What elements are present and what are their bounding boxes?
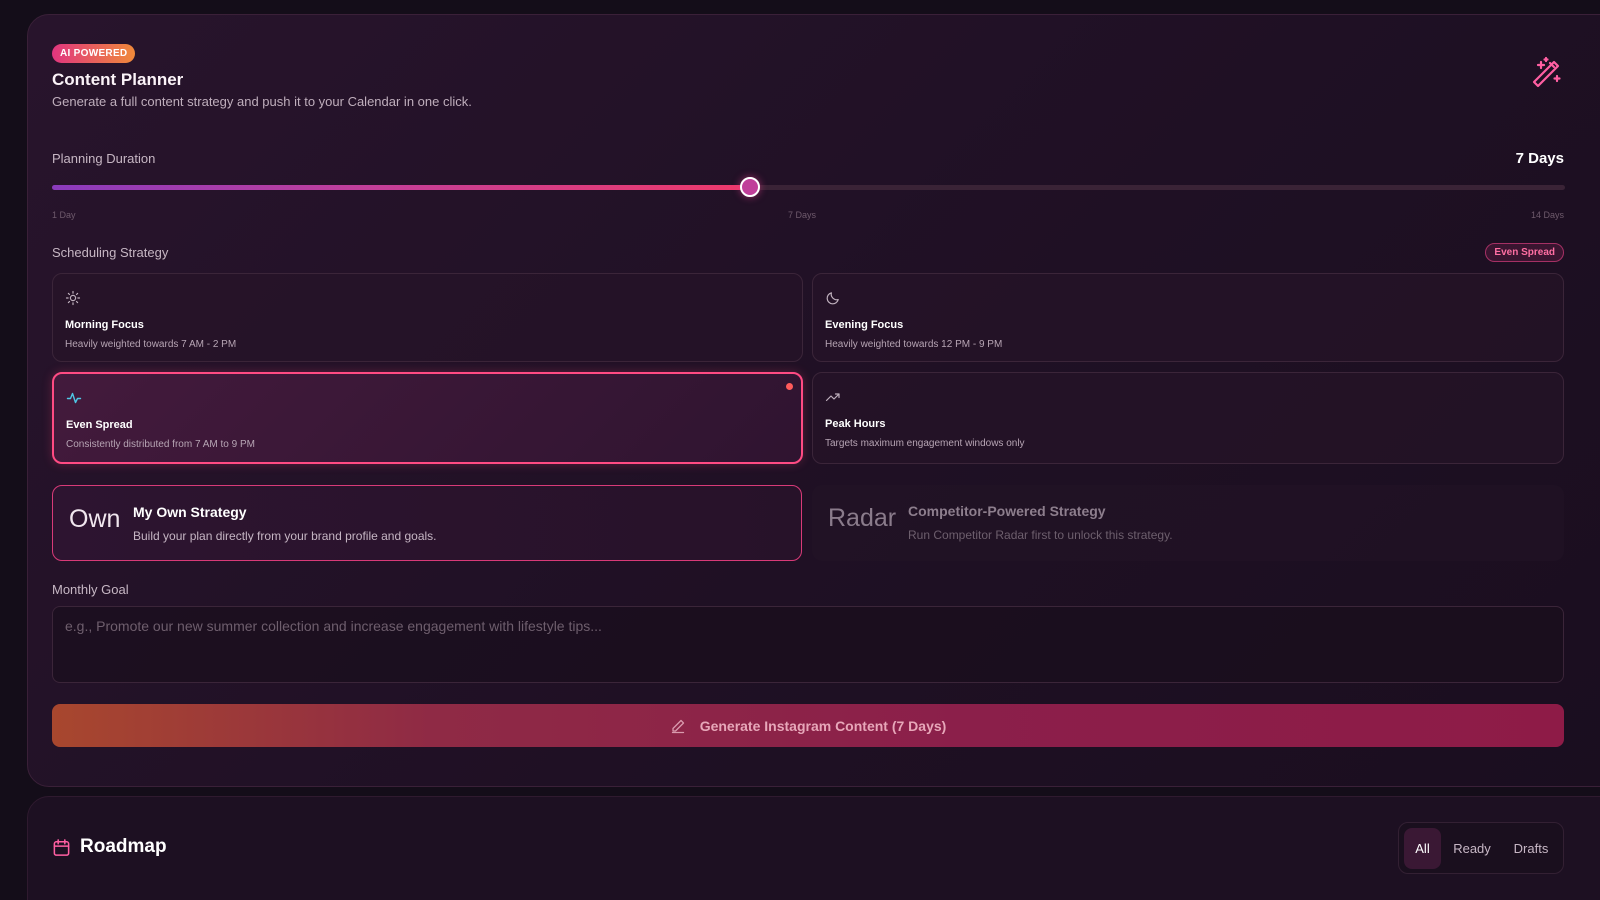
slider-fill <box>52 185 751 190</box>
option-morning-focus[interactable]: Morning Focus Heavily weighted towards 7… <box>52 273 803 362</box>
monthly-goal-input[interactable] <box>52 606 1564 683</box>
page-subtitle: Generate a full content strategy and pus… <box>52 94 472 109</box>
scheduling-strategy-label: Scheduling Strategy <box>52 245 169 260</box>
monthly-goal-label: Monthly Goal <box>52 582 129 597</box>
option-description: Consistently distributed from 7 AM to 9 … <box>66 439 255 450</box>
planning-duration-label: Planning Duration <box>52 151 156 166</box>
filter-drafts[interactable]: Drafts <box>1503 828 1559 869</box>
option-even-spread[interactable]: Even Spread Consistently distributed fro… <box>52 372 803 464</box>
strategy-title: My Own Strategy <box>133 504 247 520</box>
ai-powered-badge: AI POWERED <box>52 44 136 63</box>
option-title: Evening Focus <box>825 319 904 331</box>
trending-up-icon <box>825 393 840 402</box>
strategy-description: Run Competitor Radar first to unlock thi… <box>908 528 1173 542</box>
option-description: Heavily weighted towards 7 AM - 2 PM <box>65 339 237 350</box>
planning-duration-value: 7 Days <box>1515 150 1564 167</box>
option-title: Even Spread <box>66 419 133 431</box>
generate-content-button[interactable]: Generate Instagram Content (7 Days) <box>52 704 1564 747</box>
generate-button-label: Generate Instagram Content (7 Days) <box>699 717 947 734</box>
roadmap-panel <box>27 796 1600 900</box>
moon-icon <box>826 292 839 305</box>
option-title: Peak Hours <box>825 418 886 430</box>
roadmap-filter-group: All Ready Drafts <box>1398 822 1564 874</box>
planning-duration-slider[interactable] <box>52 177 1565 197</box>
option-title: Morning Focus <box>65 319 144 331</box>
calendar-icon <box>53 839 70 856</box>
strategy-tag: Own <box>69 505 121 533</box>
magic-wand-icon <box>1532 56 1561 88</box>
filter-ready[interactable]: Ready <box>1447 828 1497 869</box>
slider-tick-max: 14 Days <box>1530 210 1564 220</box>
selected-strategy-badge: Even Spread <box>1485 243 1564 262</box>
sun-icon <box>65 290 81 306</box>
roadmap-title: Roadmap <box>80 836 167 857</box>
strategy-own[interactable]: Own My Own Strategy Build your plan dire… <box>52 485 802 561</box>
pencil-icon <box>671 719 684 733</box>
option-description: Heavily weighted towards 12 PM - 9 PM <box>825 339 1003 350</box>
strategy-competitor-radar: Radar Competitor-Powered Strategy Run Co… <box>812 485 1564 561</box>
filter-all[interactable]: All <box>1404 828 1441 869</box>
strategy-description: Build your plan directly from your brand… <box>133 529 437 543</box>
pulse-icon <box>66 392 82 404</box>
option-description: Targets maximum engagement windows only <box>825 438 1025 449</box>
strategy-tag: Radar <box>828 504 897 532</box>
slider-tick-mid: 7 Days <box>788 210 817 220</box>
selected-indicator-dot <box>786 383 793 390</box>
option-evening-focus[interactable]: Evening Focus Heavily weighted towards 1… <box>812 273 1564 362</box>
page-title: Content Planner <box>52 70 184 89</box>
slider-tick-min: 1 Day <box>52 210 76 220</box>
strategy-title: Competitor-Powered Strategy <box>908 503 1106 519</box>
option-peak-hours[interactable]: Peak Hours Targets maximum engagement wi… <box>812 372 1564 464</box>
